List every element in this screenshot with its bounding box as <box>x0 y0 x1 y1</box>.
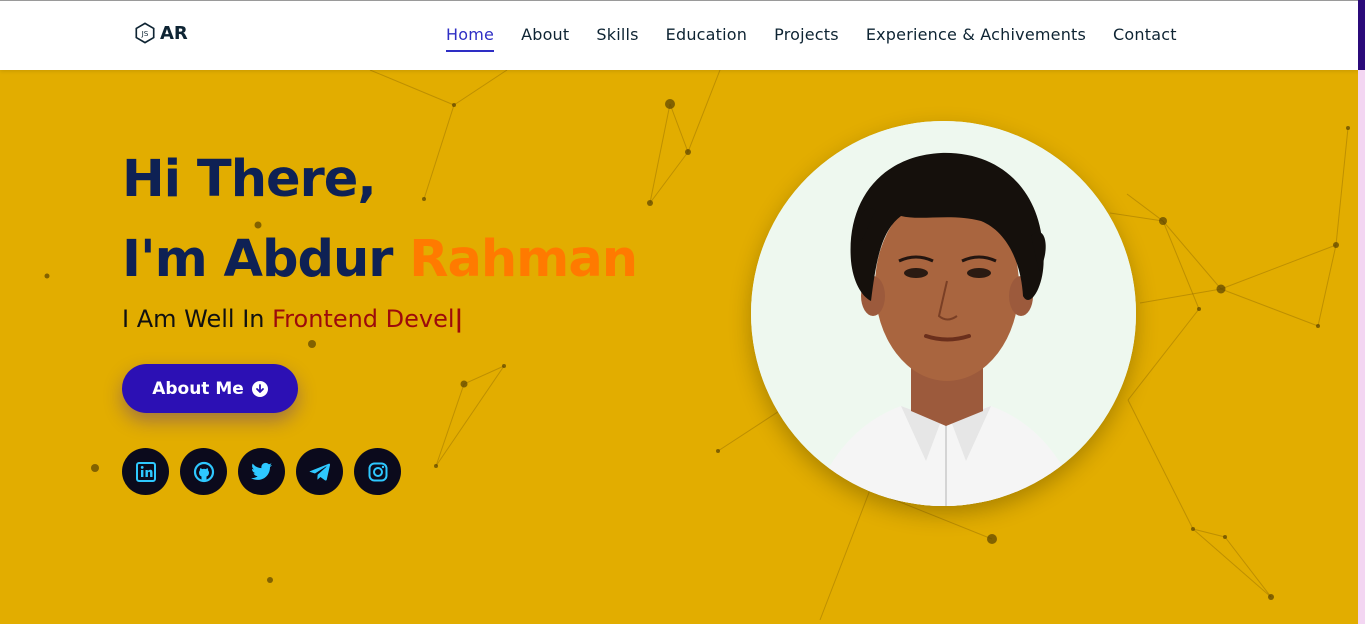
js-hexagon-icon: JS <box>135 22 155 44</box>
instagram-link[interactable] <box>354 448 401 495</box>
typed-prefix: I Am Well In <box>122 305 273 333</box>
scrollbar-thumb[interactable] <box>1358 0 1365 70</box>
svg-text:JS: JS <box>141 29 149 38</box>
nav-skills[interactable]: Skills <box>596 25 638 44</box>
hero-line-2-prefix: I'm Abdur <box>122 230 410 289</box>
nav-education[interactable]: Education <box>666 25 747 44</box>
scrollbar-track[interactable] <box>1358 0 1365 624</box>
nav-projects[interactable]: Projects <box>774 25 839 44</box>
hero-line-1: Hi There, <box>122 150 377 209</box>
profile-photo <box>751 121 1136 506</box>
nav-contact[interactable]: Contact <box>1113 25 1177 44</box>
linkedin-icon <box>135 461 156 482</box>
about-me-button-label: About Me <box>152 378 244 399</box>
arrow-down-circle-icon <box>251 380 268 397</box>
linkedin-link[interactable] <box>122 448 169 495</box>
hero-section: Hi There, I'm Abdur Rahman I Am Well In … <box>0 0 1358 624</box>
github-icon <box>193 461 214 482</box>
nav-home[interactable]: Home <box>446 25 495 52</box>
typing-cursor: | <box>454 305 464 333</box>
profile-portrait-illustration <box>751 121 1136 506</box>
twitter-link[interactable] <box>238 448 285 495</box>
telegram-link[interactable] <box>296 448 343 495</box>
twitter-icon <box>250 462 272 480</box>
hero-heading: Hi There, I'm Abdur Rahman <box>122 140 638 300</box>
instagram-icon <box>368 462 387 481</box>
brand-logo[interactable]: JS AR <box>134 22 188 44</box>
nav-about[interactable]: About <box>521 25 569 44</box>
typed-subtitle: I Am Well In Frontend Devel| <box>122 305 463 333</box>
about-me-button[interactable]: About Me <box>122 364 298 413</box>
hero-name-accent: Rahman <box>409 230 638 289</box>
brand-name: AR <box>160 22 188 44</box>
github-link[interactable] <box>180 448 227 495</box>
top-navbar: JS AR Home About Skills Education Projec… <box>0 0 1358 70</box>
social-links <box>122 448 401 495</box>
nav-links: Home About Skills Education Projects Exp… <box>446 25 1204 52</box>
nav-experience[interactable]: Experience & Achivements <box>866 25 1086 44</box>
telegram-icon <box>309 463 330 481</box>
typed-word: Frontend Devel <box>272 305 455 333</box>
